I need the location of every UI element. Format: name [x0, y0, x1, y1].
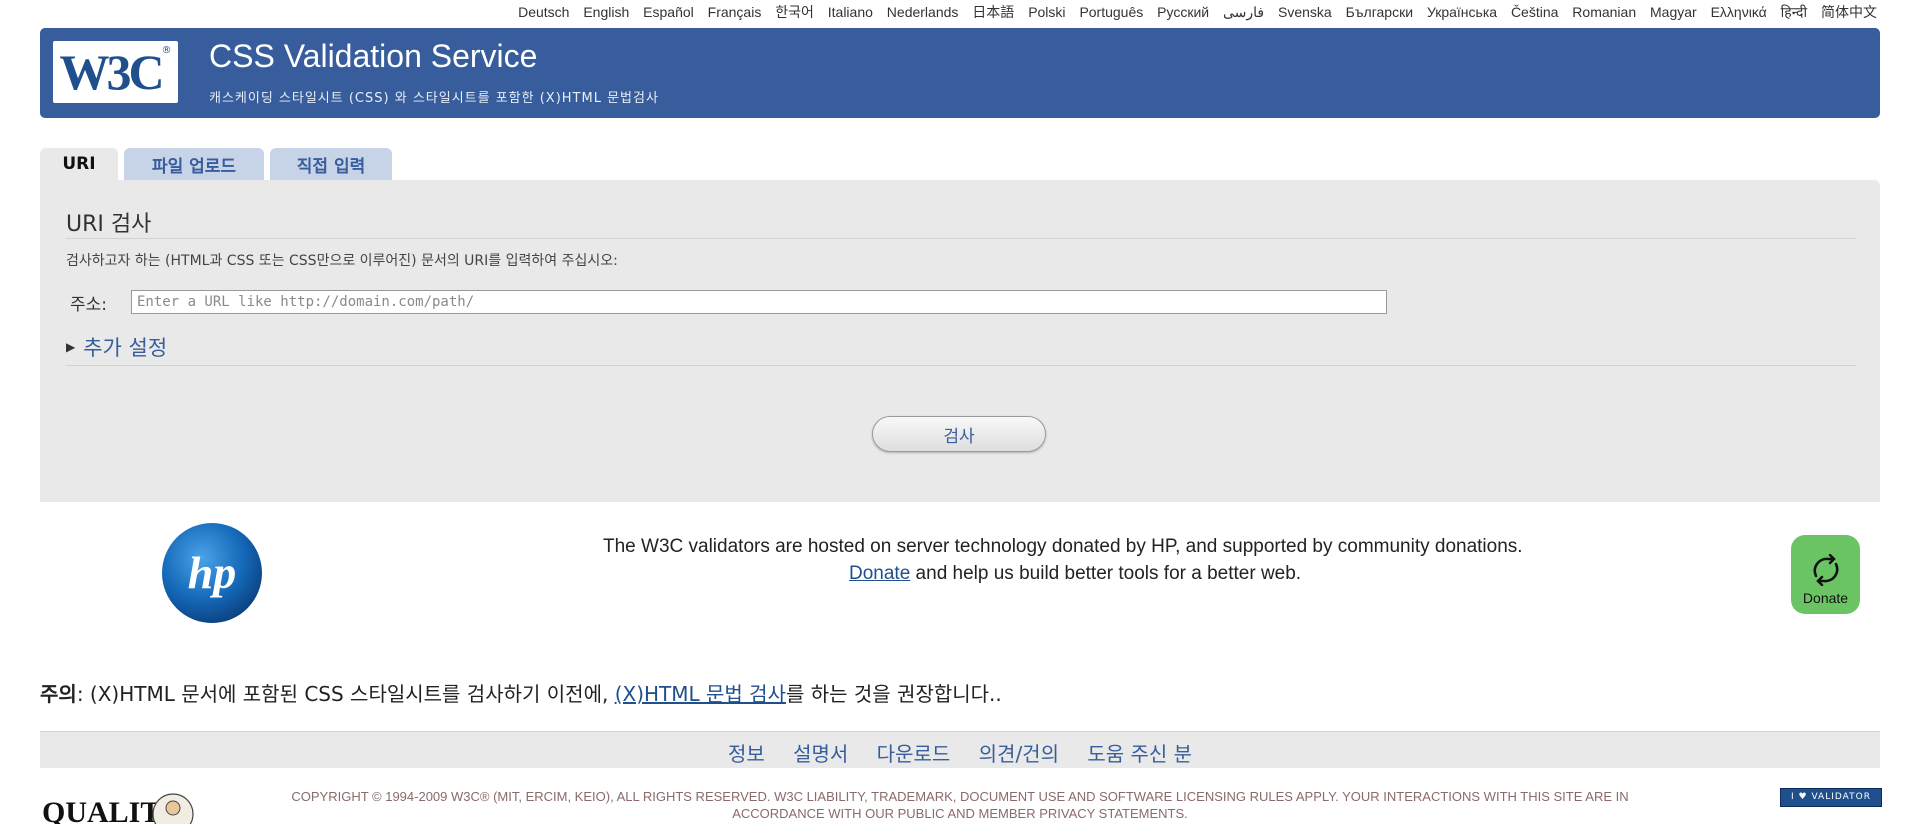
lang-link[interactable]: Български: [1346, 4, 1413, 20]
w3c-logo[interactable]: W3C ®: [53, 41, 178, 103]
footer-link-download[interactable]: 다운로드: [877, 738, 951, 767]
footer-link-about[interactable]: 정보: [728, 738, 765, 767]
divider: [66, 238, 1856, 239]
triangle-right-icon: ▶: [66, 340, 76, 354]
lang-link[interactable]: Nederlands: [887, 4, 959, 20]
lang-link[interactable]: Português: [1079, 4, 1143, 20]
donate-line-text: and help us build better tools for a bet…: [910, 563, 1302, 584]
language-bar: Deutsch English Español Français 한국어 Ita…: [518, 2, 1877, 22]
html-validator-link[interactable]: (X)HTML 문법 검사: [615, 682, 786, 706]
check-button[interactable]: 검사: [872, 416, 1046, 452]
note-text: : (X)HTML 문서에 포함된 CSS 스타일시트를 검사하기 이전에,: [76, 682, 615, 706]
lang-link[interactable]: فارسی: [1223, 4, 1264, 20]
tab-uri[interactable]: URI: [40, 148, 118, 180]
panel-title: URI 검사: [66, 212, 152, 237]
recommendation-note: 주의: (X)HTML 문서에 포함된 CSS 스타일시트를 검사하기 이전에,…: [40, 678, 1002, 707]
more-settings-label: 추가 설정: [83, 336, 168, 360]
footer-link-feedback[interactable]: 의견/건의: [979, 738, 1059, 767]
donate-badge-label: Donate: [1802, 590, 1849, 606]
lang-link[interactable]: Romanian: [1572, 4, 1636, 20]
lang-link[interactable]: Polski: [1028, 4, 1065, 20]
quality-logo[interactable]: QUALITY: [40, 784, 200, 824]
panel-description: 검사하고자 하는 (HTML과 CSS 또는 CSS만으로 이루어진) 문서의 …: [66, 253, 618, 269]
lang-link[interactable]: Українська: [1427, 4, 1497, 20]
hp-logo-text: hp: [188, 547, 237, 598]
donate-cycle-icon: [1813, 554, 1838, 586]
lang-link[interactable]: हिन्दी: [1781, 4, 1807, 20]
more-settings-toggle[interactable]: ▶ 추가 설정: [66, 332, 167, 362]
page-title[interactable]: CSS Validation Service: [209, 38, 537, 75]
validator-badge[interactable]: I ♥ VALIDATOR: [1780, 788, 1882, 807]
lang-link[interactable]: English: [583, 4, 629, 20]
lang-link[interactable]: Русский: [1157, 4, 1209, 20]
sponsor-text: The W3C validators are hosted on server …: [603, 536, 1523, 557]
footer-nav: 정보 설명서 다운로드 의견/건의 도움 주신 분: [40, 731, 1880, 768]
lang-link[interactable]: Svenska: [1278, 4, 1332, 20]
footer-link-credits[interactable]: 도움 주신 분: [1087, 738, 1192, 767]
tab-direct-input[interactable]: 직접 입력: [270, 148, 392, 180]
header-banner: W3C ® CSS Validation Service 캐스케이딩 스타일시트 …: [40, 28, 1880, 118]
w3c-logo-text: W3C: [59, 44, 164, 100]
note-label: 주의: [40, 682, 77, 706]
page-subtitle: 캐스케이딩 스타일시트 (CSS) 와 스타일시트를 포함한 (X)HTML 문…: [209, 91, 659, 106]
hp-logo[interactable]: hp: [161, 522, 263, 624]
lang-link[interactable]: Deutsch: [518, 4, 569, 20]
lang-link[interactable]: 한국어: [775, 4, 814, 20]
address-label: 주소:: [70, 295, 108, 315]
lang-link[interactable]: Čeština: [1511, 4, 1558, 20]
lang-link[interactable]: Español: [643, 4, 694, 20]
lang-link[interactable]: 简体中文: [1821, 4, 1877, 20]
copyright-text: COPYRIGHT © 1994-2009 W3C® (MIT, ERCIM, …: [291, 789, 1629, 821]
divider: [66, 365, 1856, 366]
lang-link[interactable]: 日本語: [972, 4, 1014, 20]
donate-link[interactable]: Donate: [849, 563, 910, 584]
registered-mark: ®: [161, 44, 172, 56]
donate-badge[interactable]: Donate: [1791, 535, 1860, 614]
note-text-after: 를 하는 것을 권장합니다..: [785, 682, 1002, 706]
lang-link[interactable]: Ελληνικά: [1711, 4, 1767, 20]
lang-link[interactable]: Magyar: [1650, 4, 1697, 20]
sponsor-donate-line: Donate and help us build better tools fo…: [849, 563, 1301, 585]
url-input[interactable]: [131, 290, 1387, 314]
uri-validation-panel: URI 검사 검사하고자 하는 (HTML과 CSS 또는 CSS만으로 이루어…: [40, 180, 1880, 502]
tab-file-upload[interactable]: 파일 업로드: [124, 148, 264, 180]
lang-link[interactable]: Français: [708, 4, 762, 20]
footer-link-docs[interactable]: 설명서: [793, 738, 848, 767]
lang-link[interactable]: Italiano: [828, 4, 873, 20]
